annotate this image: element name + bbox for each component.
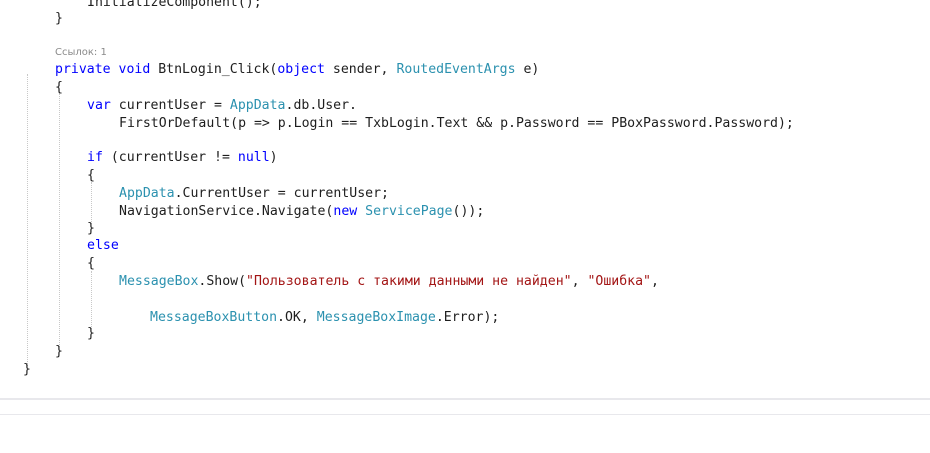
code-line: MessageBox.Show("Пользователь с такими д… <box>119 273 659 291</box>
keyword: if <box>87 150 103 165</box>
keyword: private <box>55 62 111 77</box>
brace: } <box>55 11 63 26</box>
brace: } <box>87 221 95 236</box>
type-name: ServicePage <box>365 204 453 219</box>
brace: { <box>55 80 63 95</box>
code-line: { <box>87 255 95 273</box>
code-line: } <box>55 343 63 361</box>
code-line: InitializeComponent(); <box>87 0 262 12</box>
code-text: .Show( <box>198 274 247 289</box>
method-name: BtnLogin_Click( <box>150 62 278 77</box>
code-line: else <box>87 237 119 255</box>
indent-guide <box>27 74 28 366</box>
code-line: } <box>87 220 95 238</box>
brace: { <box>87 168 95 183</box>
code-line: { <box>55 79 63 97</box>
string-literal: "Ошибка" <box>587 274 651 289</box>
keyword: var <box>87 98 111 113</box>
code-text: NavigationService.Navigate( <box>119 204 334 219</box>
code-text: ) <box>269 150 278 165</box>
code-line: { <box>87 167 95 185</box>
code-line: MessageBoxButton.OK, MessageBoxImage.Err… <box>150 309 499 327</box>
keyword: object <box>277 62 325 77</box>
code-text: ()); <box>452 204 485 219</box>
type-name: AppData <box>229 98 286 113</box>
type-name: MessageBoxImage <box>316 310 436 325</box>
code-text: InitializeComponent(); <box>87 0 262 10</box>
keyword: void <box>118 62 151 77</box>
type-name: RoutedEventArgs <box>396 62 516 77</box>
type-name: MessageBoxButton <box>150 310 278 325</box>
code-line: var currentUser = AppData.db.User. <box>87 97 357 115</box>
code-text: .db.User. <box>285 98 357 113</box>
code-text: (currentUser != <box>102 150 238 165</box>
indent-guide <box>91 182 92 224</box>
code-line: private void BtnLogin_Click(object sende… <box>55 61 539 79</box>
brace: } <box>87 326 95 341</box>
code-line: AppData.CurrentUser = currentUser; <box>119 185 389 203</box>
code-line: } <box>87 325 95 343</box>
indent-guide <box>59 93 60 347</box>
references-codelens[interactable]: Ссылок: 1 <box>55 47 107 59</box>
code-text: FirstOrDefault(p => p.Login == TxbLogin.… <box>119 116 794 131</box>
brace: } <box>55 344 63 359</box>
keyword: else <box>87 238 119 253</box>
code-line: if (currentUser != null) <box>87 149 278 167</box>
code-text: .Error); <box>435 310 500 325</box>
brace: { <box>87 256 95 271</box>
string-literal: "Пользователь с такими данными не найден… <box>246 274 572 289</box>
code-editor[interactable]: InitializeComponent(); } Ссылок: 1 priva… <box>0 0 930 398</box>
code-line: } <box>55 10 63 28</box>
code-text: .CurrentUser = currentUser; <box>174 186 389 201</box>
type-name: AppData <box>119 186 175 201</box>
code-text: , <box>651 274 659 289</box>
keyword: null <box>237 150 270 165</box>
code-text: currentUser = <box>110 98 230 113</box>
code-line: FirstOrDefault(p => p.Login == TxbLogin.… <box>119 115 794 133</box>
indent-guide <box>91 271 92 329</box>
brace: } <box>23 362 31 377</box>
code-text: .OK, <box>277 310 317 325</box>
code-line: } <box>23 361 31 379</box>
panel-divider <box>0 414 930 415</box>
code-line: NavigationService.Navigate(new ServicePa… <box>119 203 484 221</box>
panel-divider <box>0 398 930 400</box>
type-name: MessageBox <box>119 274 199 289</box>
keyword: new <box>333 204 358 219</box>
code-text: sender, <box>324 62 397 77</box>
code-text: , <box>571 274 588 289</box>
code-text: e) <box>515 62 540 77</box>
